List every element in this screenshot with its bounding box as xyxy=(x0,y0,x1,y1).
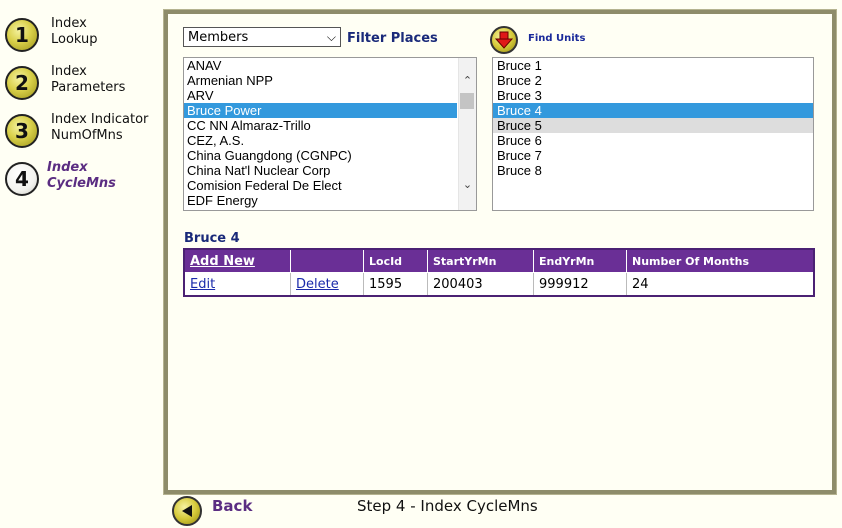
table-header-row: Add New LocId StartYrMn EndYrMn Number O… xyxy=(183,248,815,273)
unit-list-item[interactable]: Bruce 6 xyxy=(493,133,813,148)
step-2-index-parameters[interactable]: 2 Index Parameters xyxy=(5,64,126,100)
selected-unit-title: Bruce 4 xyxy=(184,231,240,246)
step-4-label-line2: CycleMns xyxy=(47,176,116,191)
step-1-index-lookup[interactable]: 1 Index Lookup xyxy=(5,16,98,52)
table-row: Edit Delete 1595 200403 999912 24 xyxy=(183,272,815,297)
place-list-item[interactable]: ANAV xyxy=(184,58,460,73)
back-label[interactable]: Back xyxy=(212,497,252,515)
unit-list-item[interactable]: Bruce 4 xyxy=(493,103,813,118)
step-3-index-indicator[interactable]: 3 Index Indicator NumOfMns xyxy=(5,112,149,148)
step-3-badge: 3 xyxy=(5,114,39,148)
blank-header xyxy=(290,248,364,273)
place-list-item[interactable]: EDF Energy xyxy=(184,193,460,208)
place-list-item[interactable]: CC NN Almaraz-Trillo xyxy=(184,118,460,133)
unit-list-item[interactable]: Bruce 7 xyxy=(493,148,813,163)
place-list-item[interactable]: ARV xyxy=(184,88,460,103)
unit-list-item[interactable]: Bruce 2 xyxy=(493,73,813,88)
add-new-header[interactable]: Add New xyxy=(183,248,291,273)
step-caption: Step 4 - Index CycleMns xyxy=(357,497,538,515)
step-4-badge: 4 xyxy=(5,162,39,196)
step-1-label-line1: Index xyxy=(51,16,87,31)
unit-list-item[interactable]: Bruce 1 xyxy=(493,58,813,73)
place-list-item[interactable]: CEZ, A.S. xyxy=(184,133,460,148)
step-1-badge: 1 xyxy=(5,18,39,52)
step-4-index-cyclemns: 4 Index CycleMns xyxy=(5,160,116,196)
add-new-link[interactable]: Add New xyxy=(190,254,255,269)
endyrmn-cell: 999912 xyxy=(533,272,627,297)
find-units-label[interactable]: Find Units xyxy=(528,33,585,44)
places-listbox[interactable]: ANAV Armenian NPP ARV Bruce Power CC NN Alma… xyxy=(183,57,477,211)
arrow-down-icon xyxy=(495,31,513,49)
unit-list-item[interactable]: Bruce 3 xyxy=(493,88,813,103)
endyrmn-header: EndYrMn xyxy=(533,248,627,273)
unit-list-item[interactable]: Bruce 8 xyxy=(493,163,813,178)
scroll-up-icon[interactable]: ⌃ xyxy=(459,74,476,87)
unit-list-item[interactable]: Bruce 5 xyxy=(493,118,813,133)
step-2-label-line1: Index xyxy=(51,64,87,79)
locid-header: LocId xyxy=(363,248,428,273)
back-button[interactable] xyxy=(172,496,202,526)
scroll-down-icon[interactable]: ⌄ xyxy=(459,178,476,191)
step-2-badge: 2 xyxy=(5,66,39,100)
place-list-item[interactable]: Bruce Power xyxy=(184,103,457,118)
edit-link[interactable]: Edit xyxy=(190,277,215,292)
place-list-item[interactable]: China Nat'l Nuclear Corp xyxy=(184,163,460,178)
place-list-item[interactable]: Armenian NPP xyxy=(184,73,460,88)
member-filter-select[interactable]: Members ⌵ xyxy=(183,27,341,47)
chevron-down-icon: ⌵ xyxy=(326,29,336,44)
place-list-item[interactable]: China Guangdong (CGNPC) xyxy=(184,148,460,163)
startyrmn-cell: 200403 xyxy=(427,272,534,297)
delete-link[interactable]: Delete xyxy=(296,277,339,292)
find-units-button[interactable] xyxy=(490,26,518,54)
cycle-months-table: Add New LocId StartYrMn EndYrMn Number O… xyxy=(183,248,815,297)
step-2-label-line2: Parameters xyxy=(51,80,126,95)
step-3-label-line2: NumOfMns xyxy=(51,128,123,143)
places-scrollbar[interactable]: ⌃ ⌄ xyxy=(458,58,476,210)
step-1-label-line2: Lookup xyxy=(51,32,98,47)
number-of-months-header: Number Of Months xyxy=(626,248,815,273)
step-4-label-line1: Index xyxy=(47,160,88,175)
locid-cell: 1595 xyxy=(363,272,428,297)
member-filter-value: Members xyxy=(188,29,249,45)
scroll-thumb[interactable] xyxy=(460,93,474,109)
arrow-left-icon xyxy=(182,505,192,517)
startyrmn-header: StartYrMn xyxy=(427,248,534,273)
places-list: ANAV Armenian NPP ARV Bruce Power CC NN Alma… xyxy=(184,58,460,208)
filter-places-label: Filter Places xyxy=(347,31,438,46)
number-of-months-cell: 24 xyxy=(626,272,815,297)
step-3-label-line1: Index Indicator xyxy=(51,112,149,127)
place-list-item[interactable]: Comision Federal De Elect xyxy=(184,178,460,193)
units-listbox[interactable]: Bruce 1 Bruce 2 Bruce 3 Bruce 4 Bruce 5 Bruce… xyxy=(492,57,814,211)
